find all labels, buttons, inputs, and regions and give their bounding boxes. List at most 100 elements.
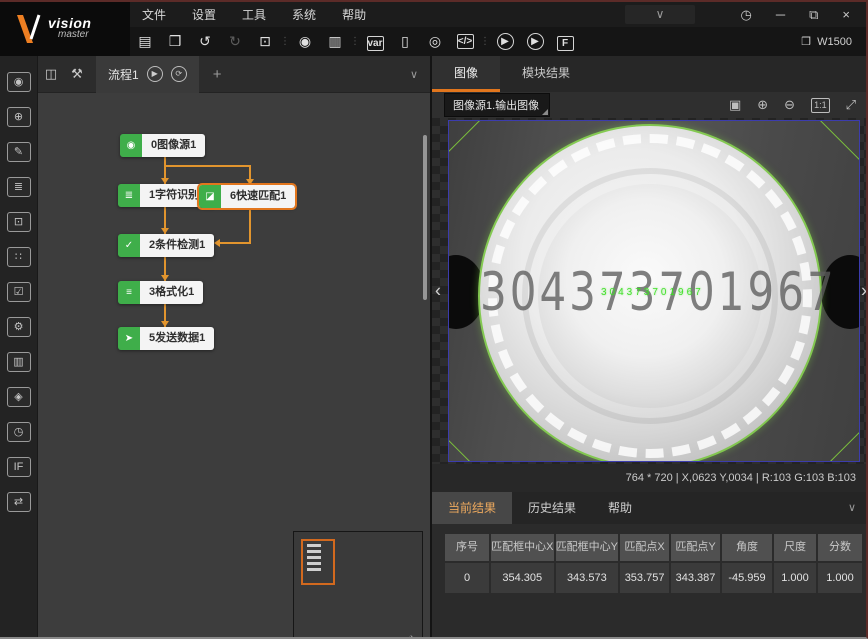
flow-settings-wrench-icon[interactable]: ⚒ (64, 66, 90, 82)
measure-focus-icon[interactable]: ⊡ (7, 212, 31, 232)
flow-collapse-chevron-icon[interactable]: ∨ (410, 68, 418, 81)
location-target-icon[interactable]: ⊕ (7, 107, 31, 127)
edge-match-down (249, 210, 251, 244)
minimize-button[interactable]: ─ (776, 7, 785, 22)
node-send-data-icon: ➤ (118, 327, 140, 350)
flow-run-once-icon[interactable]: ▶ (147, 66, 163, 82)
prev-image-chevron[interactable]: ‹ (435, 281, 441, 302)
camera-image[interactable]: 304373701967 304373701967 (448, 120, 860, 462)
minimap-resize-icon[interactable]: ⇘ (408, 632, 418, 637)
result-tabbar: 当前结果 历史结果 帮助 ∨ (432, 492, 868, 524)
actual-size-icon[interactable]: 1:1 (811, 98, 830, 113)
cell-angle: -45.959 (722, 563, 772, 593)
global-script-icon[interactable]: </> (450, 34, 480, 49)
image-edit-icon[interactable]: ✎ (7, 142, 31, 162)
close-button[interactable]: × (842, 7, 850, 22)
flow-minimap[interactable]: ⇘ (293, 531, 423, 637)
fit-window-icon[interactable]: ▣ (729, 97, 741, 113)
flow-tab-label: 流程1 (108, 66, 139, 83)
minimap-node (307, 550, 321, 553)
flow-tabbar: ◫ ⚒ 流程1 ▶ ⟳ + ∨ (38, 56, 430, 93)
next-image-chevron[interactable]: › (861, 281, 867, 302)
encrypt-lock-icon[interactable]: ⊡ (250, 33, 280, 50)
image-settings-gear-icon[interactable]: ⚙ (7, 317, 31, 337)
flow-canvas[interactable]: ◉ 0图像源1 ≣ 1字符识别1 ◪ 6快速匹配1 ✓ 2条件检测1 ≡ 3格式… (38, 93, 430, 637)
minimap-node (307, 556, 321, 559)
communication-icon[interactable]: ▥ (320, 33, 350, 50)
node-label: 3格式化1 (140, 281, 203, 304)
node-condition-check[interactable]: ✓ 2条件检测1 (118, 234, 214, 257)
node-send-data[interactable]: ➤ 5发送数据1 (118, 327, 214, 350)
menu-system[interactable]: 系统 (292, 6, 316, 23)
save-icon[interactable]: ▤ (130, 33, 160, 50)
tab-module-result[interactable]: 模块结果 (500, 56, 592, 92)
cell-box-center-x: 354.305 (491, 563, 554, 593)
global-trigger-icon[interactable]: ◎ (420, 33, 450, 50)
menu-settings[interactable]: 设置 (192, 6, 216, 23)
node-format-icon: ≡ (118, 281, 140, 304)
node-condition-check-icon: ✓ (118, 234, 140, 257)
menu-file[interactable]: 文件 (142, 6, 166, 23)
image-viewer[interactable]: ‹ › 304373701967 304373701967 (432, 118, 868, 464)
minimap-node (307, 568, 321, 571)
table-row[interactable]: 0 354.305 343.573 353.757 343.387 -45.95… (445, 563, 862, 593)
image-tabbar: 图像 模块结果 (432, 56, 868, 92)
flow-run-loop-icon[interactable]: ⟳ (171, 66, 187, 82)
minimap-viewport[interactable] (301, 539, 335, 585)
minimap-node (307, 562, 321, 565)
timing-clock-icon[interactable]: ◷ (7, 422, 31, 442)
run-continuous-icon[interactable]: ▶ (520, 33, 550, 50)
fullscreen-icon[interactable]: ⤢ (846, 97, 856, 113)
add-flow-button[interactable]: + (213, 66, 222, 83)
col-box-center-y: 匹配框中心Y (556, 534, 619, 561)
data-exchange-icon[interactable]: ⇄ (7, 492, 31, 512)
table-header-row: 序号 匹配框中心X 匹配框中心Y 匹配点X 匹配点Y 角度 尺度 分数 (445, 534, 862, 561)
scatter-points-icon[interactable]: ∷ (7, 247, 31, 267)
format-f-icon[interactable]: F (550, 33, 580, 51)
minimap-node (307, 544, 321, 547)
titlebar: 文件 设置 工具 系统 帮助 ∨ ◷ ─ ⧉ × (130, 2, 866, 27)
performance-monitor-icon[interactable]: ◷ (741, 7, 752, 23)
acquisition-camera-icon[interactable]: ◉ (7, 72, 31, 92)
node-fast-match[interactable]: ◪ 6快速匹配1 (199, 185, 295, 208)
histogram-icon[interactable]: ▥ (7, 352, 31, 372)
edge-match-to-cond (218, 242, 251, 244)
run-once-icon[interactable]: ▶ (490, 33, 520, 50)
image-source-select[interactable]: 图像源1.输出图像 (444, 93, 550, 117)
node-label: 6快速匹配1 (221, 185, 295, 208)
tab-image[interactable]: 图像 (432, 56, 500, 92)
col-index: 序号 (445, 534, 489, 561)
col-point-x: 匹配点X (620, 534, 669, 561)
viewer-toolbar: 图像源1.输出图像 ▣ ⊕ ⊖ 1:1 ⤢ (432, 92, 868, 118)
camera-manager-icon[interactable]: ◉ (290, 33, 320, 50)
calibration-icon[interactable]: ◈ (7, 387, 31, 407)
node-image-source[interactable]: ◉ 0图像源1 (120, 134, 205, 157)
module-icon[interactable]: ▯ (390, 33, 420, 50)
compare-check-icon[interactable]: ☑ (7, 282, 31, 302)
node-label: 2条件检测1 (140, 234, 214, 257)
menu-help[interactable]: 帮助 (342, 6, 366, 23)
recognition-ocr-icon[interactable]: ≣ (7, 177, 31, 197)
flow-panel: ◫ ⚒ 流程1 ▶ ⟳ + ∨ (38, 56, 430, 637)
menu-tools[interactable]: 工具 (242, 6, 266, 23)
restore-button[interactable]: ⧉ (809, 7, 818, 23)
flow-vertical-scrollbar[interactable] (423, 135, 427, 300)
undo-icon[interactable]: ↺ (190, 33, 220, 50)
node-format[interactable]: ≡ 3格式化1 (118, 281, 203, 304)
main-toolbar: ▤ ❒ ↺ ↻ ⊡ ⋮ ◉ ▥ ⋮ var ▯ ◎ </> ⋮ ▶ ▶ F ❒ … (130, 27, 866, 56)
titlebar-collapse-chevron-icon[interactable]: ∨ (625, 5, 695, 24)
toolbox-sidebar: ◉ ⊕ ✎ ≣ ⊡ ∷ ☑ ⚙ ▥ ◈ ◷ IF ⇄ (0, 56, 38, 637)
tab-help[interactable]: 帮助 (592, 492, 648, 524)
result-collapse-chevron-icon[interactable]: ∨ (848, 492, 856, 524)
open-icon[interactable]: ❒ (160, 33, 190, 50)
redo-icon[interactable]: ↻ (220, 33, 250, 50)
tab-current-result[interactable]: 当前结果 (432, 492, 512, 524)
global-variable-icon[interactable]: var (360, 33, 390, 51)
zoom-out-icon[interactable]: ⊖ (784, 97, 795, 113)
flow-list-icon[interactable]: ◫ (38, 66, 64, 82)
cell-point-y: 343.387 (671, 563, 720, 593)
flow-tab-process1[interactable]: 流程1 ▶ ⟳ (96, 56, 199, 93)
zoom-in-icon[interactable]: ⊕ (757, 97, 768, 113)
if-logic-icon[interactable]: IF (7, 457, 31, 477)
tab-history-result[interactable]: 历史结果 (512, 492, 592, 524)
